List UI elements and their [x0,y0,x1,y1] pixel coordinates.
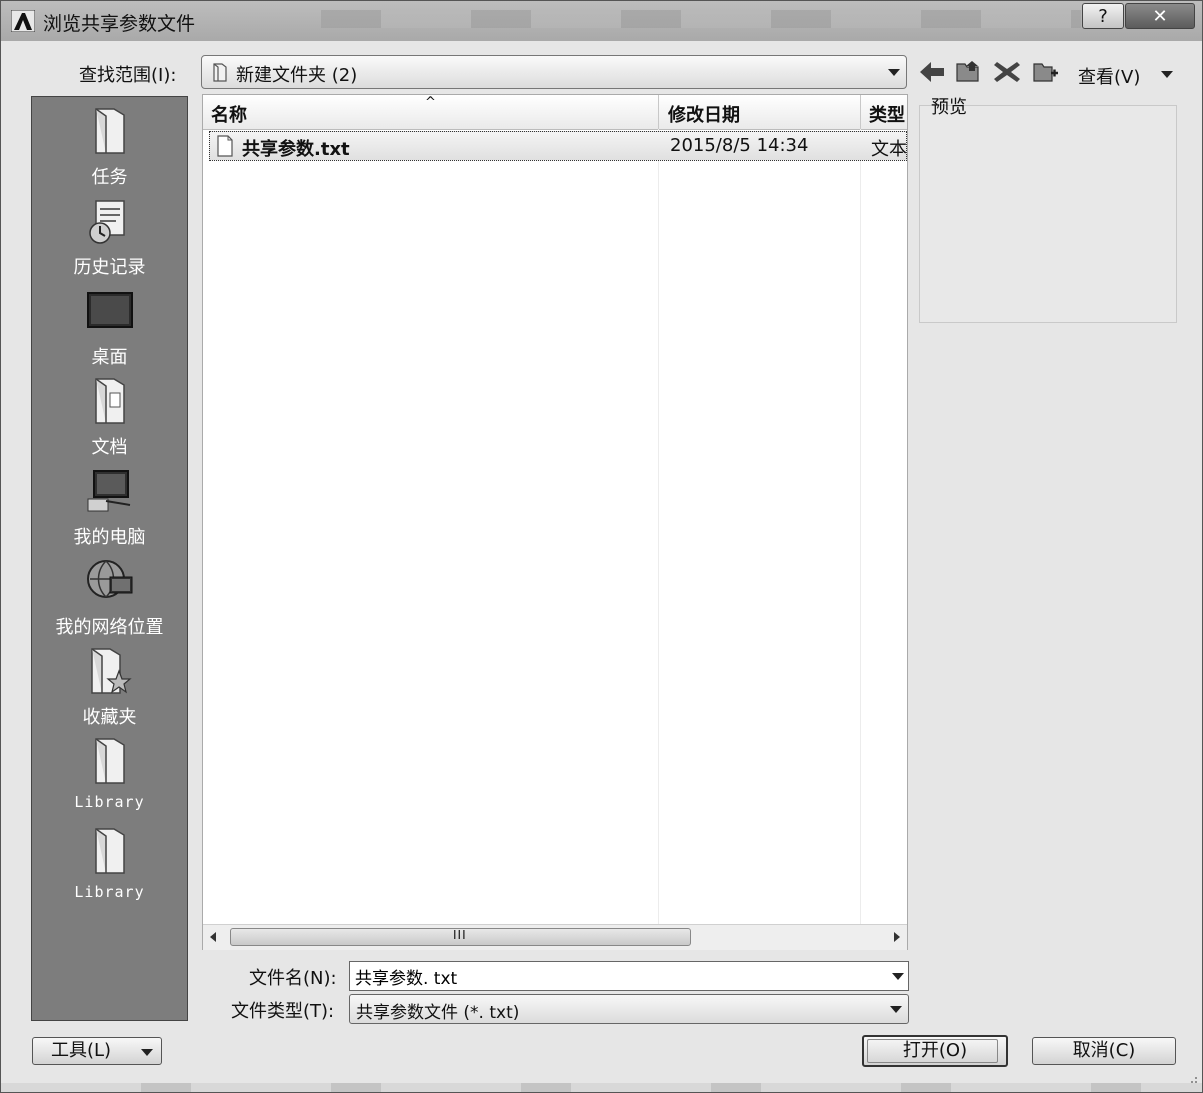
file-modified-cell: 2015/8/5 14:34 [670,135,809,156]
window-title: 浏览共享参数文件 [43,13,196,35]
delete-icon[interactable] [993,59,1021,85]
file-list[interactable]: 名称 ^ 修改日期 类型 共享参数.txt 2015/8/5 14:34 文本文… [202,94,908,950]
view-menu-button[interactable]: 查看(V) [1078,63,1140,89]
up-folder-icon[interactable] [954,59,982,85]
tools-button[interactable]: 工具(L) [32,1037,162,1065]
file-type-label: 文件类型(T): [231,1001,335,1022]
places-item-label: 收藏夹 [82,707,137,728]
desktop-icon [86,292,133,328]
table-row[interactable]: 共享参数.txt 2015/8/5 14:34 文本文档 [209,131,908,161]
file-name-cell: 共享参数.txt [242,139,350,160]
browse-shared-parameters-dialog: 浏览共享参数文件 ? ✕ 查找范围(I): 新建文件夹 (2) 查看(V) 任务… [0,0,1203,1093]
file-name-label: 文件名(N): [249,968,337,989]
window-bottom-edge [1,1083,1202,1092]
places-item-label: 我的电脑 [73,527,146,548]
preview-pane [919,105,1177,323]
new-folder-icon[interactable] [1031,59,1059,85]
places-item-desktop[interactable]: 桌面 [32,285,187,369]
places-item-label: 桌面 [91,347,128,368]
folder-icon [94,738,125,784]
favorites-icon [90,648,132,694]
sort-ascending-icon: ^ [425,95,436,110]
places-item-favorites[interactable]: 收藏夹 [32,645,187,729]
network-icon [86,560,132,598]
column-divider[interactable] [860,95,861,129]
scroll-right-icon[interactable] [894,932,900,942]
scrollbar-thumb[interactable]: III [230,928,691,946]
places-item-label: 文档 [91,437,128,458]
file-list-header: 名称 ^ 修改日期 类型 [203,95,907,130]
places-item-label: 我的网络位置 [55,617,164,638]
file-type-value: 共享参数文件 (*. txt) [356,1003,520,1023]
places-bar: 任务 历史记录 桌面 文档 我的电脑 我的网络位置 收藏夹 Library Li… [31,96,188,1021]
cancel-button[interactable]: 取消(C) [1032,1037,1176,1065]
app-logo-icon [11,10,35,32]
places-item-history[interactable]: 历史记录 [32,195,187,279]
file-type-cell: 文本文档 [871,139,908,160]
column-divider[interactable] [658,95,659,129]
tools-button-label: 工具(L) [51,1040,112,1061]
column-header-modified[interactable]: 修改日期 [668,101,740,127]
places-item-my-computer[interactable]: 我的电脑 [32,465,187,549]
file-type-dropdown[interactable]: 共享参数文件 (*. txt) [349,994,909,1024]
horizontal-scrollbar[interactable]: III [203,924,907,950]
scroll-left-icon[interactable] [210,932,216,942]
documents-icon [94,378,125,424]
back-arrow-icon[interactable] [918,59,946,85]
look-in-dropdown[interactable]: 新建文件夹 (2) [201,55,907,89]
chevron-down-icon [890,1006,902,1013]
places-item-label: Library [74,793,145,811]
places-item-tasks[interactable]: 任务 [32,105,187,189]
column-gridline [860,129,861,924]
places-item-label: 历史记录 [73,257,146,278]
preview-label: 预览 [931,97,967,118]
folder-icon [94,108,125,154]
places-item-my-network[interactable]: 我的网络位置 [32,555,187,639]
chevron-down-icon[interactable] [1161,71,1173,78]
scroll-grip-icon: III [453,928,467,942]
column-header-name[interactable]: 名称 [211,101,247,127]
focus-ring [867,1039,998,1063]
chevron-down-icon[interactable] [892,973,904,980]
look-in-value: 新建文件夹 (2) [236,65,358,86]
chevron-down-icon [141,1049,153,1056]
places-item-documents[interactable]: 文档 [32,375,187,459]
title-bar-background [321,10,1081,28]
history-icon [88,200,125,244]
places-item-label: Library [74,883,145,901]
close-button[interactable]: ✕ [1125,3,1195,29]
help-button[interactable]: ? [1082,3,1124,29]
open-button[interactable]: 打开(O) [862,1035,1008,1067]
places-item-library-2[interactable]: Library [32,825,187,901]
places-item-label: 任务 [91,167,128,188]
title-bar[interactable]: 浏览共享参数文件 ? ✕ [1,1,1202,41]
look-in-label: 查找范围(I): [79,65,177,86]
file-name-input[interactable] [349,961,909,991]
folder-icon [213,63,227,82]
computer-icon [87,470,130,512]
chevron-down-icon [888,69,900,76]
column-gridline [658,129,659,924]
folder-icon [94,828,125,874]
column-header-type[interactable]: 类型 [869,101,905,127]
text-file-icon [217,135,233,157]
places-item-library-1[interactable]: Library [32,735,187,811]
